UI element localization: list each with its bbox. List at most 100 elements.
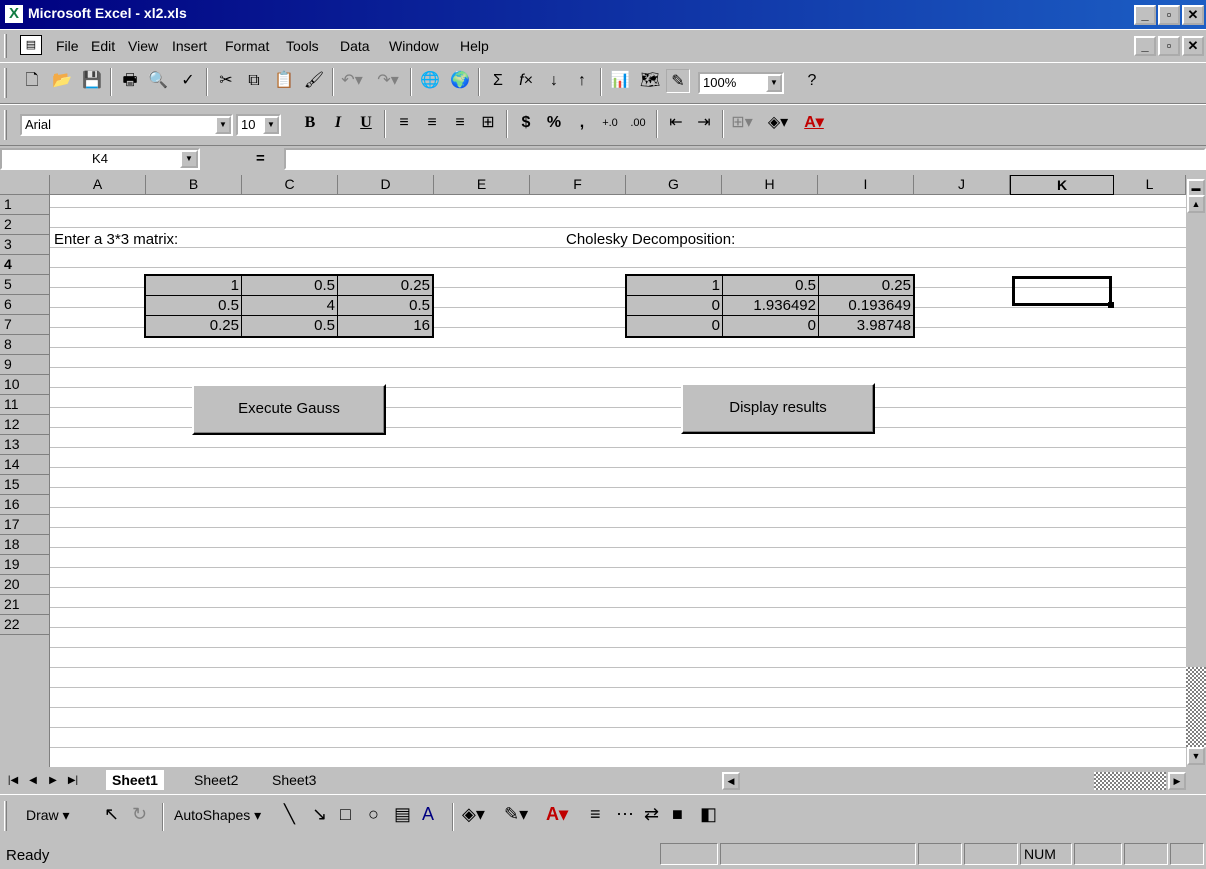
autosum-icon[interactable]: Σ bbox=[486, 69, 510, 93]
column-header-i[interactable]: I bbox=[818, 175, 914, 195]
row-header[interactable]: 15 bbox=[0, 475, 50, 495]
arrow-style-icon[interactable]: ⇄ bbox=[644, 804, 659, 825]
tab-sheet2[interactable]: Sheet2 bbox=[188, 770, 244, 790]
font-color-icon[interactable]: A▾ bbox=[546, 804, 568, 825]
select-all-button[interactable] bbox=[0, 175, 50, 195]
column-header-j[interactable]: J bbox=[914, 175, 1010, 195]
row-header[interactable]: 21 bbox=[0, 595, 50, 615]
output-cell[interactable]: 1 bbox=[627, 276, 723, 296]
output-cell[interactable]: 3.98748 bbox=[819, 316, 913, 336]
chart-wizard-icon[interactable]: 📊 bbox=[608, 69, 632, 93]
chevron-down-icon[interactable]: ▼ bbox=[263, 116, 279, 134]
output-cell[interactable]: 0 bbox=[627, 316, 723, 336]
row-header[interactable]: 14 bbox=[0, 455, 50, 475]
borders-icon[interactable]: ⊞▾ bbox=[730, 111, 754, 135]
percent-icon[interactable]: % bbox=[542, 111, 566, 135]
chevron-down-icon[interactable]: ▼ bbox=[180, 150, 198, 168]
decrease-decimal-icon[interactable]: .00 bbox=[626, 111, 650, 135]
row-header[interactable]: 9 bbox=[0, 355, 50, 375]
web-toolbar-icon[interactable]: 🌍 bbox=[448, 69, 472, 93]
display-results-button[interactable]: Display results bbox=[681, 383, 875, 434]
output-cell[interactable]: 1.936492 bbox=[723, 296, 819, 316]
menu-help[interactable]: Help bbox=[460, 38, 489, 54]
scroll-right-icon[interactable]: ▶ bbox=[1168, 772, 1186, 790]
merge-center-icon[interactable]: ⊞ bbox=[476, 111, 500, 135]
menu-edit[interactable]: Edit bbox=[91, 38, 115, 54]
output-cell[interactable]: 0.25 bbox=[819, 276, 913, 296]
row-header[interactable]: 13 bbox=[0, 435, 50, 455]
row-header[interactable]: 3 bbox=[0, 235, 50, 255]
autoshapes-menu-button[interactable]: AutoShapes ▾ bbox=[174, 807, 261, 824]
underline-icon[interactable]: U bbox=[354, 111, 378, 135]
column-header-a[interactable]: A bbox=[50, 175, 146, 195]
scroll-up-icon[interactable]: ▲ bbox=[1187, 195, 1205, 213]
open-icon[interactable]: 📂 bbox=[50, 69, 74, 93]
row-header[interactable]: 1 bbox=[0, 195, 50, 215]
tab-sheet1[interactable]: Sheet1 bbox=[106, 770, 164, 790]
redo-icon[interactable]: ↷▾ bbox=[376, 69, 400, 93]
undo-icon[interactable]: ↶▾ bbox=[340, 69, 364, 93]
3d-icon[interactable]: ◧ bbox=[700, 804, 717, 825]
font-color-icon[interactable]: A▾ bbox=[802, 111, 826, 135]
input-cell[interactable]: 0.5 bbox=[242, 316, 338, 336]
save-icon[interactable]: 💾 bbox=[80, 69, 104, 93]
map-icon[interactable]: 🗺 bbox=[638, 69, 662, 93]
doc-minimize-button[interactable]: _ bbox=[1134, 36, 1156, 56]
line-style-icon[interactable]: ≡ bbox=[590, 804, 601, 825]
input-cell[interactable]: 0.25 bbox=[146, 316, 242, 336]
select-objects-icon[interactable]: ↖ bbox=[104, 804, 119, 825]
row-header-active[interactable]: 4 bbox=[0, 255, 50, 275]
input-cell[interactable]: 0.5 bbox=[338, 296, 432, 316]
menu-data[interactable]: Data bbox=[340, 38, 370, 54]
toolbar-grip[interactable] bbox=[4, 68, 7, 98]
menu-insert[interactable]: Insert bbox=[172, 38, 207, 54]
workbook-icon[interactable]: ▤ bbox=[20, 35, 42, 55]
doc-restore-button[interactable]: ▫ bbox=[1158, 36, 1180, 56]
input-cell[interactable]: 0.25 bbox=[338, 276, 432, 296]
row-header[interactable]: 18 bbox=[0, 535, 50, 555]
vertical-scrollbar[interactable]: ▬ ▲ ▼ bbox=[1186, 175, 1206, 767]
formula-input[interactable] bbox=[284, 148, 1206, 170]
text-box-icon[interactable]: ▤ bbox=[394, 804, 411, 825]
bold-icon[interactable]: B bbox=[298, 111, 322, 135]
zoom-combo[interactable]: 100% ▼ bbox=[698, 72, 784, 94]
fill-color-icon[interactable]: ◈▾ bbox=[766, 111, 790, 135]
font-size-combo[interactable]: 10 ▼ bbox=[236, 114, 281, 136]
chevron-down-icon[interactable]: ▼ bbox=[215, 116, 231, 134]
output-cell[interactable]: 0 bbox=[723, 316, 819, 336]
column-header-d[interactable]: D bbox=[338, 175, 434, 195]
column-header-k[interactable]: K bbox=[1010, 175, 1114, 195]
excel-icon[interactable]: X bbox=[5, 5, 23, 23]
wordart-icon[interactable]: A bbox=[422, 804, 434, 825]
cut-icon[interactable]: ✂ bbox=[214, 69, 238, 93]
row-header[interactable]: 12 bbox=[0, 415, 50, 435]
minimize-button[interactable]: _ bbox=[1134, 5, 1156, 25]
italic-icon[interactable]: I bbox=[326, 111, 350, 135]
input-cell[interactable]: 4 bbox=[242, 296, 338, 316]
align-center-icon[interactable]: ≡ bbox=[420, 111, 444, 135]
dash-style-icon[interactable]: ⋯ bbox=[616, 804, 634, 825]
doc-close-button[interactable]: ✕ bbox=[1182, 36, 1204, 56]
menu-format[interactable]: Format bbox=[225, 38, 269, 54]
column-header-c[interactable]: C bbox=[242, 175, 338, 195]
first-sheet-icon[interactable]: |◀ bbox=[4, 772, 22, 790]
row-header[interactable]: 11 bbox=[0, 395, 50, 415]
paste-function-icon[interactable]: f× bbox=[514, 69, 538, 93]
chevron-down-icon[interactable]: ▼ bbox=[766, 74, 782, 92]
worksheet-grid[interactable]: A B C D E F G H I J K L 1 2 3 4 5 6 7 8 … bbox=[0, 175, 1186, 767]
menu-file[interactable]: File bbox=[56, 38, 79, 54]
input-cell[interactable]: 16 bbox=[338, 316, 432, 336]
menu-tools[interactable]: Tools bbox=[286, 38, 319, 54]
increase-indent-icon[interactable]: ⇥ bbox=[692, 111, 716, 135]
row-header[interactable]: 6 bbox=[0, 295, 50, 315]
name-box[interactable]: K4 ▼ bbox=[0, 148, 200, 170]
input-cell[interactable]: 0.5 bbox=[146, 296, 242, 316]
column-header-b[interactable]: B bbox=[146, 175, 242, 195]
row-header[interactable]: 17 bbox=[0, 515, 50, 535]
active-cell-k4[interactable] bbox=[1012, 276, 1114, 308]
print-icon[interactable]: 🖶 bbox=[118, 69, 142, 93]
last-sheet-icon[interactable]: ▶| bbox=[64, 772, 82, 790]
output-cell[interactable]: 0.193649 bbox=[819, 296, 913, 316]
row-header[interactable]: 19 bbox=[0, 555, 50, 575]
output-cell[interactable]: 0 bbox=[627, 296, 723, 316]
